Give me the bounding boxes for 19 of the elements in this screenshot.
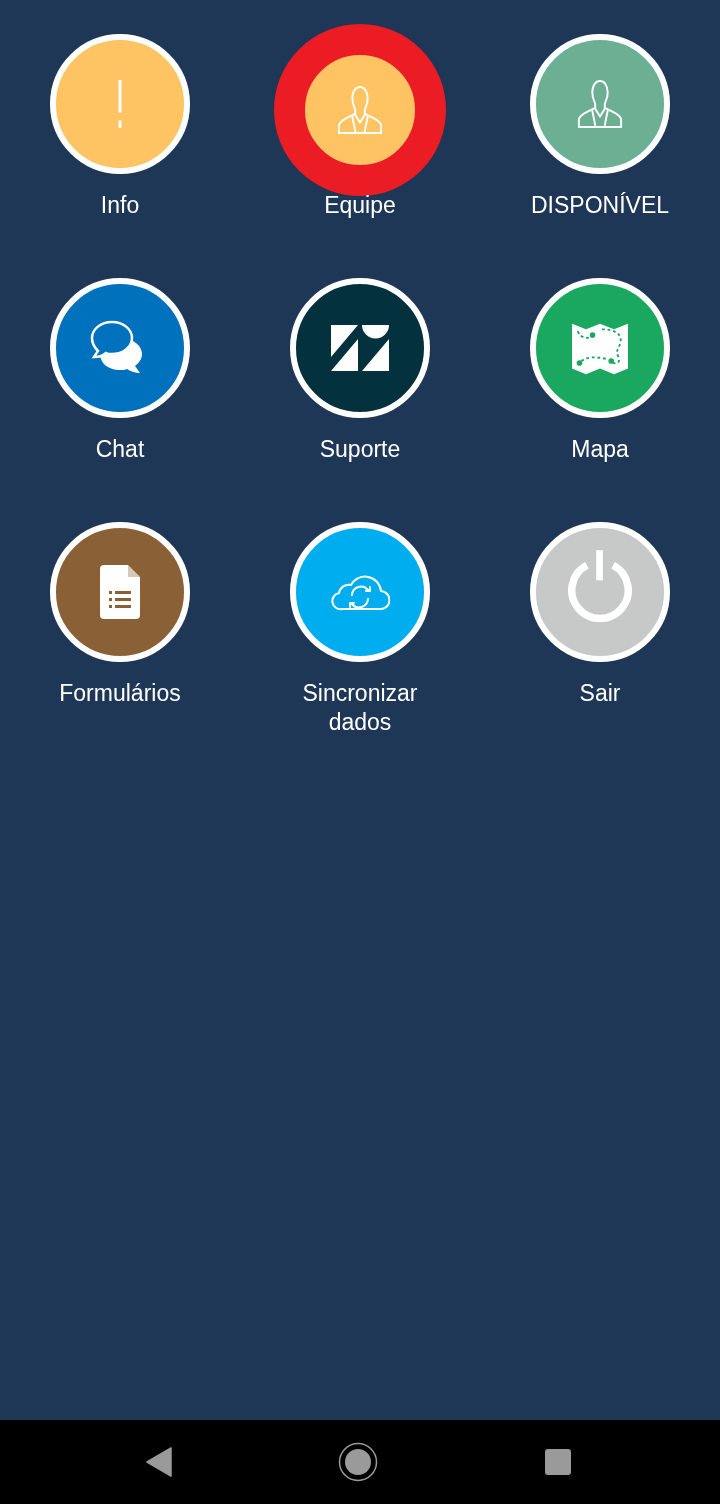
map-icon	[572, 321, 628, 375]
menu-label: Sair	[579, 679, 621, 708]
menu-label: Info	[100, 191, 140, 220]
recent-apps-icon[interactable]	[544, 1448, 572, 1476]
menu-label: Sincronizar dados	[301, 679, 419, 737]
person-icon	[336, 85, 384, 135]
document-icon	[100, 565, 140, 619]
menu-label: Mapa	[571, 435, 629, 464]
logo-icon	[331, 325, 389, 371]
cloud-sync-icon	[330, 573, 390, 611]
menu-label: Suporte	[319, 435, 401, 464]
home-icon[interactable]	[338, 1442, 378, 1482]
menu-label: DISPONÍVEL	[530, 191, 669, 220]
person-icon	[576, 79, 624, 129]
menu-label: Equipe	[324, 191, 396, 220]
back-icon[interactable]	[146, 1447, 172, 1477]
menu-label: Chat	[95, 435, 145, 464]
power-icon	[568, 550, 632, 622]
menu-label: Formulários	[59, 679, 181, 708]
